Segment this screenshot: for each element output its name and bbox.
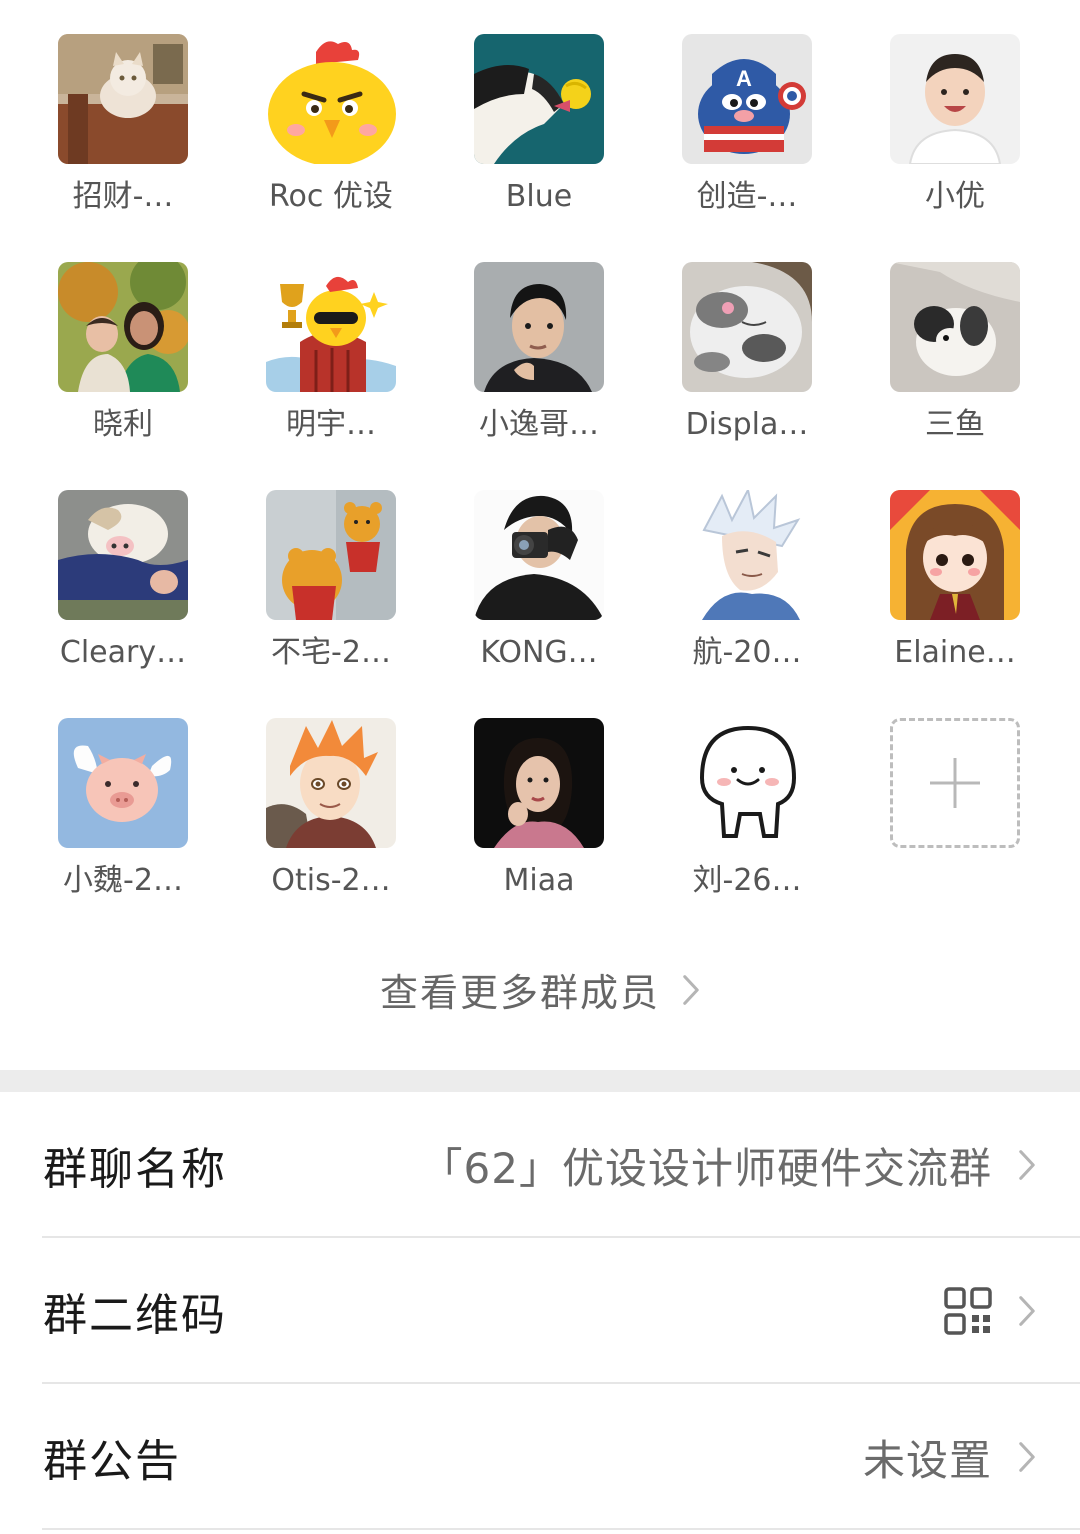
- add-member-button[interactable]: [890, 718, 1020, 848]
- member-name: KONG…: [480, 636, 598, 670]
- group-settings-list: 群聊名称 「62」优设设计师硬件交流群 群二维码 群公告 未设置: [0, 1092, 1080, 1530]
- member-item[interactable]: 小优: [851, 34, 1059, 262]
- members-grid: 招财-… Roc 优设 Blue A 创造-… 小优 晓利 明宇… 小逸哥… D…: [19, 34, 1059, 946]
- dog-with-ball-avatar: [474, 34, 604, 164]
- group-name-value: 「62」优设设计师硬件交流群: [420, 1143, 992, 1193]
- member-name: 小魏-2…: [63, 864, 183, 898]
- member-name: 小优: [925, 180, 985, 214]
- member-avatar[interactable]: [58, 34, 188, 164]
- trophy-chick-avatar: [266, 262, 396, 392]
- member-avatar[interactable]: [682, 262, 812, 392]
- member-avatar[interactable]: [266, 34, 396, 164]
- member-name: 不宅-2…: [271, 636, 391, 670]
- member-name: 创造-…: [696, 180, 798, 214]
- member-name: Blue: [505, 180, 573, 214]
- camera-man-avatar: [474, 490, 604, 620]
- member-item[interactable]: Cleary…: [19, 490, 227, 718]
- chevron-right-icon: [1018, 1441, 1036, 1473]
- member-name: Elaine…: [894, 636, 1016, 670]
- member-avatar[interactable]: [890, 490, 1020, 620]
- mother-and-baby-avatar: [58, 262, 188, 392]
- member-name: Cleary…: [59, 636, 187, 670]
- member-avatar[interactable]: [474, 34, 604, 164]
- member-avatar[interactable]: [890, 34, 1020, 164]
- cute-blob-avatar: [682, 718, 812, 848]
- member-name: 招财-…: [72, 180, 174, 214]
- flying-pig-avatar: [58, 718, 188, 848]
- view-more-members-link[interactable]: 查看更多群成员: [0, 962, 1080, 1017]
- member-avatar[interactable]: [58, 490, 188, 620]
- member-avatar[interactable]: [266, 490, 396, 620]
- member-name: 小逸哥…: [479, 408, 599, 442]
- member-item[interactable]: 三鱼: [851, 262, 1059, 490]
- member-avatar[interactable]: [474, 490, 604, 620]
- member-avatar[interactable]: [474, 262, 604, 392]
- member-item[interactable]: Otis-2…: [227, 718, 435, 946]
- member-name: Roc 优设: [269, 180, 393, 214]
- member-name: 三鱼: [925, 408, 985, 442]
- anime-hero-avatar: [682, 490, 812, 620]
- anime-boy-avatar: [266, 718, 396, 848]
- member-name: Miaa: [503, 864, 575, 898]
- member-item[interactable]: 不宅-2…: [227, 490, 435, 718]
- cartoon-girl-avatar: [890, 490, 1020, 620]
- member-item[interactable]: Displa…: [643, 262, 851, 490]
- husky-avatar: [58, 490, 188, 620]
- svg-text:A: A: [736, 66, 752, 91]
- angry-chick-avatar: [266, 34, 396, 164]
- captain-america-avatar: A: [682, 34, 812, 164]
- member-item[interactable]: 小逸哥…: [435, 262, 643, 490]
- member-item[interactable]: 招财-…: [19, 34, 227, 262]
- member-item[interactable]: 航-20…: [643, 490, 851, 718]
- cat-on-sofa-avatar: [58, 34, 188, 164]
- group-members-section: 招财-… Roc 优设 Blue A 创造-… 小优 晓利 明宇… 小逸哥… D…: [0, 0, 1080, 1070]
- member-avatar[interactable]: [266, 262, 396, 392]
- group-name-label: 群聊名称: [43, 1144, 227, 1195]
- qr-code-icon: [944, 1287, 992, 1335]
- member-item[interactable]: Elaine…: [851, 490, 1059, 718]
- member-item[interactable]: 刘-26…: [643, 718, 851, 946]
- group-name-row[interactable]: 群聊名称 「62」优设设计师硬件交流群: [0, 1092, 1080, 1238]
- member-avatar[interactable]: [474, 718, 604, 848]
- member-name: 明宇…: [286, 408, 376, 442]
- view-more-label: 查看更多群成员: [379, 971, 660, 1015]
- chevron-right-icon: [1018, 1295, 1036, 1327]
- man-portrait-avatar: [474, 262, 604, 392]
- member-item[interactable]: Blue: [435, 34, 643, 262]
- group-qr-code-label: 群二维码: [43, 1290, 227, 1341]
- member-item[interactable]: 小魏-2…: [19, 718, 227, 946]
- puppy-avatar: [890, 262, 1020, 392]
- member-avatar[interactable]: A: [682, 34, 812, 164]
- member-name: 刘-26…: [692, 864, 802, 898]
- member-avatar[interactable]: [266, 718, 396, 848]
- group-announcement-value: 未设置: [862, 1435, 992, 1485]
- chevron-right-icon: [1018, 1149, 1036, 1181]
- member-name: 航-20…: [692, 636, 802, 670]
- member-item[interactable]: 明宇…: [227, 262, 435, 490]
- member-avatar[interactable]: [58, 718, 188, 848]
- chevron-right-icon: [682, 974, 700, 1006]
- member-item[interactable]: A 创造-…: [643, 34, 851, 262]
- woman-portrait-avatar: [474, 718, 604, 848]
- member-avatar[interactable]: [890, 262, 1020, 392]
- member-name: Displa…: [685, 408, 809, 442]
- section-divider: [0, 1070, 1080, 1092]
- sleeping-cat-avatar: [682, 262, 812, 392]
- member-item[interactable]: KONG…: [435, 490, 643, 718]
- group-announcement-label: 群公告: [43, 1436, 181, 1487]
- member-name: 晓利: [93, 408, 153, 442]
- member-item[interactable]: 晓利: [19, 262, 227, 490]
- member-item[interactable]: Roc 优设: [227, 34, 435, 262]
- member-avatar[interactable]: [58, 262, 188, 392]
- winnie-the-pooh-avatar: [266, 490, 396, 620]
- smiling-boy-avatar: [890, 34, 1020, 164]
- group-announcement-row[interactable]: 群公告 未设置: [0, 1384, 1080, 1530]
- member-avatar[interactable]: [682, 490, 812, 620]
- plus-icon: [930, 758, 980, 808]
- add-member-item[interactable]: [851, 718, 1059, 946]
- member-avatar[interactable]: [682, 718, 812, 848]
- member-name: Otis-2…: [271, 864, 391, 898]
- member-item[interactable]: Miaa: [435, 718, 643, 946]
- group-qr-code-row[interactable]: 群二维码: [0, 1238, 1080, 1384]
